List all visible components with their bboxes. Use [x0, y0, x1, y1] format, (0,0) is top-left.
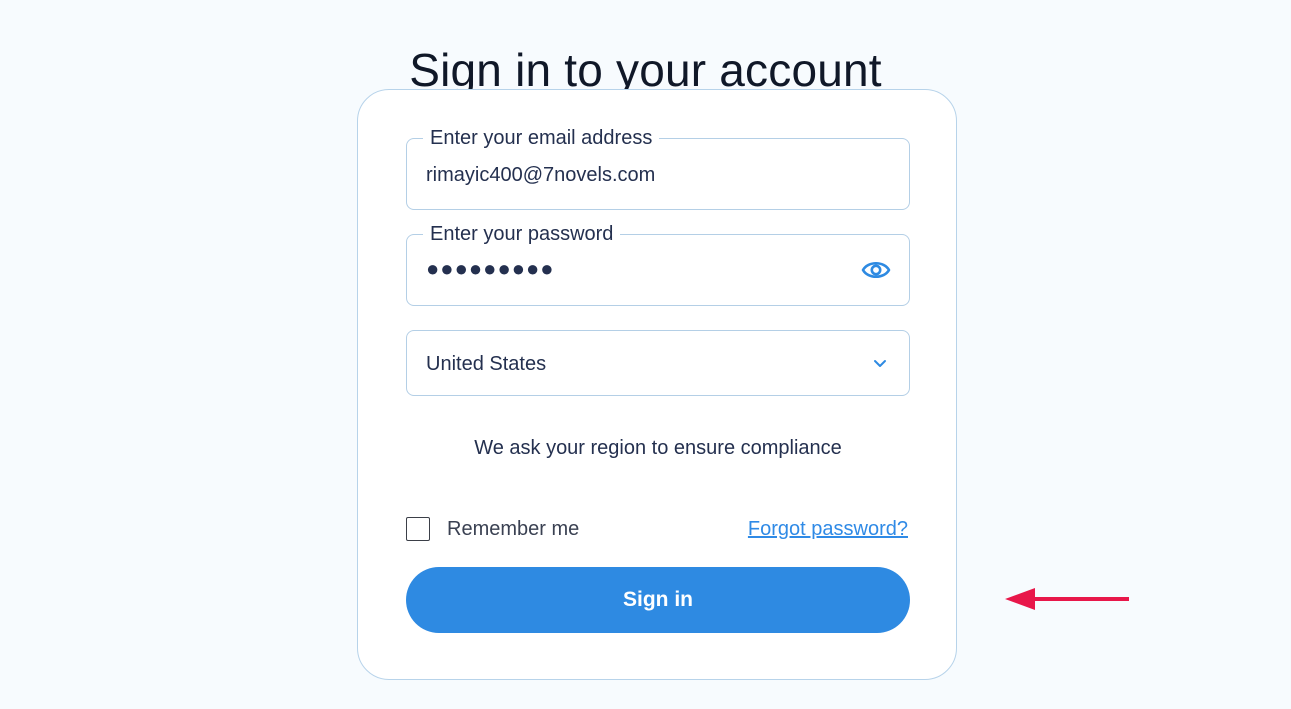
- eye-icon[interactable]: [861, 257, 891, 283]
- region-note: We ask your region to ensure compliance: [474, 437, 842, 459]
- region-select-value: United States: [426, 353, 547, 375]
- password-field-label: Enter your password: [423, 223, 621, 245]
- sign-in-card: Enter your email address rimayic400@7nov…: [357, 89, 957, 680]
- region-select[interactable]: United States: [406, 330, 910, 396]
- password-field[interactable]: Enter your password ●●●●●●●●●: [406, 223, 910, 306]
- email-field-label: Enter your email address: [423, 127, 660, 149]
- password-input-value[interactable]: ●●●●●●●●●: [426, 257, 555, 281]
- email-field[interactable]: Enter your email address rimayic400@7nov…: [406, 127, 910, 210]
- forgot-password-link[interactable]: Forgot password?: [748, 517, 908, 541]
- email-input-value[interactable]: rimayic400@7novels.com: [426, 163, 655, 187]
- chevron-down-icon[interactable]: [871, 354, 889, 372]
- left-arrow-icon: [1005, 588, 1129, 610]
- remember-me-checkbox[interactable]: [406, 517, 430, 541]
- sign-in-button[interactable]: Sign in: [406, 567, 910, 633]
- remember-me[interactable]: Remember me: [406, 515, 579, 543]
- remember-me-label: Remember me: [447, 517, 580, 540]
